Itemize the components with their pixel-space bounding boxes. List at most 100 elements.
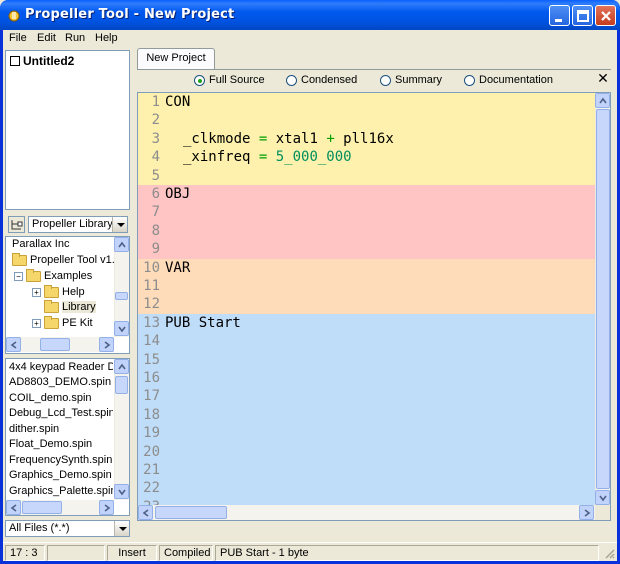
document-icon bbox=[10, 56, 20, 66]
tree-horizontal-scrollbar[interactable] bbox=[6, 337, 114, 352]
tree-item-examples[interactable]: − Examples bbox=[14, 268, 92, 282]
view-label: Full Source bbox=[209, 74, 265, 86]
scroll-down-arrow[interactable] bbox=[114, 484, 129, 499]
expand-icon[interactable]: + bbox=[32, 287, 41, 297]
object-view-panel[interactable] bbox=[5, 50, 130, 210]
status-mode: Insert bbox=[107, 545, 157, 561]
radio-unchecked[interactable] bbox=[380, 74, 391, 86]
line-number: 21 bbox=[143, 462, 160, 478]
view-label: Condensed bbox=[301, 74, 358, 86]
scroll-thumb[interactable] bbox=[40, 338, 70, 351]
tree-vertical-scrollbar[interactable] bbox=[114, 237, 129, 337]
line-number: 6 bbox=[151, 186, 160, 202]
chevron-down-icon[interactable] bbox=[112, 217, 127, 232]
line-number: 22 bbox=[143, 480, 160, 497]
file-item[interactable]: Graphics_Palette.spin bbox=[9, 485, 113, 497]
line-number: 3 bbox=[151, 130, 160, 147]
editor-vertical-scrollbar[interactable] bbox=[595, 93, 610, 505]
scroll-right-arrow[interactable] bbox=[99, 500, 114, 515]
scroll-up-arrow[interactable] bbox=[114, 237, 129, 252]
close-button[interactable] bbox=[595, 5, 616, 26]
line-number: 11 bbox=[143, 278, 160, 294]
menu-edit[interactable]: Edit bbox=[37, 32, 56, 44]
scroll-up-arrow[interactable] bbox=[114, 359, 129, 374]
editor-horizontal-scrollbar[interactable] bbox=[138, 505, 595, 520]
chevron-down-icon bbox=[118, 489, 126, 496]
tree-item-label: Parallax Inc bbox=[12, 238, 70, 250]
view-full-source[interactable]: Full Source bbox=[194, 74, 265, 86]
close-tab-icon[interactable]: ✕ bbox=[596, 71, 610, 86]
radio-unchecked[interactable] bbox=[464, 74, 475, 86]
file-filter-select[interactable]: All Files (*.*) bbox=[5, 520, 130, 537]
line-number: 20 bbox=[143, 443, 160, 460]
file-item[interactable]: Debug_Lcd_Test.spin bbox=[9, 407, 113, 419]
code-block-obj bbox=[138, 185, 596, 259]
file-item[interactable]: FrequencySynth.spin bbox=[9, 454, 113, 466]
tree-item-parallax[interactable]: Parallax Inc bbox=[12, 238, 69, 250]
menu-file[interactable]: File bbox=[9, 32, 27, 44]
file-item[interactable]: dither.spin bbox=[9, 423, 113, 435]
status-info: PUB Start - 1 byte bbox=[215, 545, 599, 561]
tree-toggle-icon bbox=[11, 220, 23, 230]
file-item[interactable]: Float_Demo.spin bbox=[9, 438, 113, 450]
code-line[interactable]: VAR bbox=[165, 260, 190, 276]
scroll-up-arrow[interactable] bbox=[595, 93, 610, 108]
file-list-horizontal-scrollbar[interactable] bbox=[6, 500, 114, 515]
maximize-button[interactable] bbox=[572, 5, 593, 26]
minimize-button[interactable] bbox=[549, 5, 570, 26]
view-documentation[interactable]: Documentation bbox=[464, 74, 553, 86]
code-editor[interactable]: 1 CON 2 3 _clkmode = xtal1 + pll16x 4 _xinfreq… bbox=[137, 92, 611, 521]
scroll-thumb[interactable] bbox=[155, 506, 227, 519]
file-item[interactable]: AD8803_DEMO.spin bbox=[9, 376, 113, 388]
radio-checked[interactable] bbox=[194, 74, 205, 86]
scroll-down-arrow[interactable] bbox=[114, 321, 129, 336]
view-summary[interactable]: Summary bbox=[380, 74, 442, 86]
line-number: 1 bbox=[151, 94, 160, 110]
scroll-corner bbox=[595, 505, 610, 520]
expand-icon[interactable]: + bbox=[32, 318, 41, 328]
folder-icon bbox=[26, 268, 41, 282]
tree-item-propeller-tool[interactable]: Propeller Tool v1. bbox=[12, 252, 115, 266]
view-condensed[interactable]: Condensed bbox=[286, 74, 357, 86]
file-item[interactable]: 4x4 keypad Reader DE bbox=[9, 361, 113, 373]
scroll-right-arrow[interactable] bbox=[99, 337, 114, 352]
scroll-right-arrow[interactable] bbox=[579, 505, 594, 520]
line-number: 7 bbox=[151, 204, 160, 221]
file-item[interactable]: Graphics_Demo.spin bbox=[9, 469, 113, 481]
code-line[interactable]: CON bbox=[165, 94, 190, 110]
scroll-thumb[interactable] bbox=[596, 109, 610, 489]
menu-run[interactable]: Run bbox=[65, 32, 85, 44]
tree-item-library[interactable]: Library bbox=[44, 299, 96, 313]
status-compiled: Compiled bbox=[159, 545, 213, 561]
file-item[interactable]: COIL_demo.spin bbox=[9, 392, 113, 404]
code-line[interactable]: PUB Start bbox=[165, 315, 241, 331]
code-line[interactable]: OBJ bbox=[165, 186, 190, 202]
code-line[interactable]: _clkmode = xtal1 + pll16x bbox=[183, 131, 394, 147]
library-select[interactable]: Propeller Library - bbox=[28, 216, 128, 233]
file-list-vertical-scrollbar[interactable] bbox=[114, 359, 129, 500]
tree-item-help[interactable]: + Help bbox=[32, 284, 85, 298]
scroll-thumb[interactable] bbox=[115, 376, 128, 394]
scroll-thumb[interactable] bbox=[115, 292, 128, 300]
radio-unchecked[interactable] bbox=[286, 74, 297, 86]
code-block-pub bbox=[138, 313, 596, 505]
code-line[interactable]: _xinfreq = 5_000_000 bbox=[183, 149, 352, 165]
scroll-left-arrow[interactable] bbox=[6, 337, 21, 352]
library-view-toggle-button[interactable] bbox=[8, 216, 25, 233]
title-bar[interactable]: Propeller Tool - New Project bbox=[0, 0, 620, 30]
chevron-down-icon[interactable] bbox=[114, 521, 129, 536]
tree-item-pe-kit[interactable]: + PE Kit bbox=[32, 315, 93, 329]
scroll-down-arrow[interactable] bbox=[595, 490, 610, 505]
scroll-left-arrow[interactable] bbox=[6, 500, 21, 515]
resize-grip-icon[interactable] bbox=[603, 547, 615, 559]
tab-new-project[interactable]: New Project bbox=[137, 48, 215, 69]
line-number: 18 bbox=[143, 406, 160, 423]
menu-help[interactable]: Help bbox=[95, 32, 118, 44]
collapse-icon[interactable]: − bbox=[14, 271, 23, 281]
chevron-left-icon bbox=[142, 509, 149, 517]
scroll-thumb[interactable] bbox=[22, 501, 62, 514]
scroll-left-arrow[interactable] bbox=[138, 505, 153, 520]
view-label: Documentation bbox=[479, 74, 553, 86]
chevron-left-icon bbox=[10, 341, 17, 349]
object-root[interactable]: Untitled2 bbox=[10, 54, 74, 68]
